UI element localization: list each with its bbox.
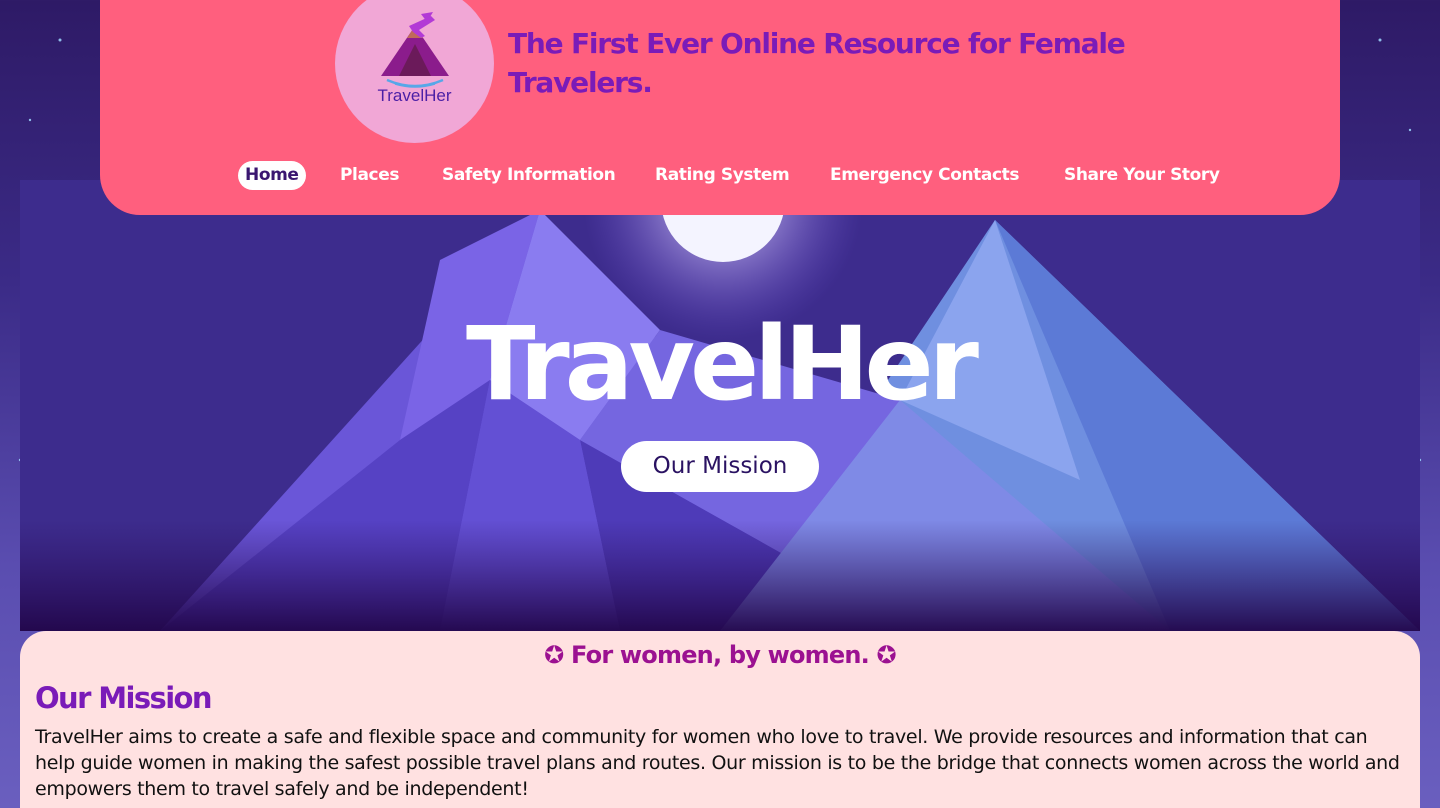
nav-item-places[interactable]: Places <box>340 161 399 190</box>
mission-section: ✪ For women, by women. ✪ Our Mission Tra… <box>20 631 1420 808</box>
nav-item-home[interactable]: Home <box>238 161 306 190</box>
site-tagline: The First Ever Online Resource for Femal… <box>508 27 1126 99</box>
main-nav: Home Places Safety Information Rating Sy… <box>100 161 1340 191</box>
mission-text: TravelHer aims to create a safe and flex… <box>35 726 1400 800</box>
logo-text: TravelHer <box>377 86 452 105</box>
our-mission-button[interactable]: Our Mission <box>621 441 819 492</box>
site-logo[interactable]: TravelHer <box>335 0 494 143</box>
nav-item-safety-information[interactable]: Safety Information <box>442 161 616 190</box>
nav-item-share-your-story[interactable]: Share Your Story <box>1064 161 1220 190</box>
mountain-airplane-logo-icon <box>381 12 449 88</box>
hero-title: TravelHer <box>466 305 979 424</box>
nav-item-emergency-contacts[interactable]: Emergency Contacts <box>830 161 1020 190</box>
site-header: TravelHer The First Ever Online Resource… <box>100 0 1340 215</box>
nav-item-rating-system[interactable]: Rating System <box>655 161 790 190</box>
slogan: ✪ For women, by women. ✪ <box>544 641 896 669</box>
mission-heading: Our Mission <box>35 681 213 715</box>
